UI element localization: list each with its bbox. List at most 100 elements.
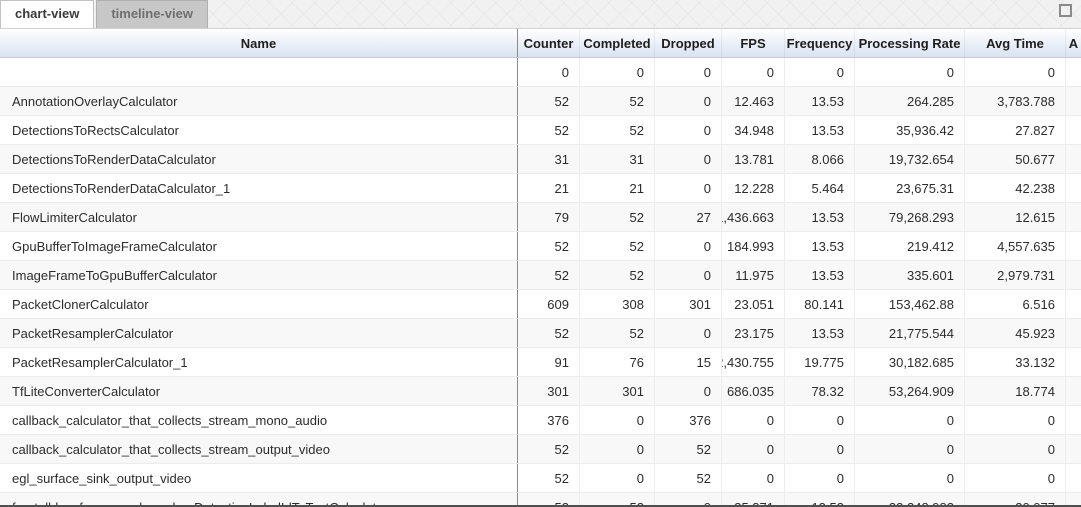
row-value-cell: 21	[580, 174, 655, 202]
table-row[interactable]: callback_calculator_that_collects_stream…	[0, 406, 1081, 435]
row-value-cell: 31	[580, 145, 655, 173]
row-value-cell: 52	[518, 261, 580, 289]
column-header-processing-rate[interactable]: Processing Rate	[855, 29, 965, 57]
row-value-cell: 15	[655, 348, 722, 376]
row-value-cell: 12.228	[722, 174, 785, 202]
row-value-cell	[1066, 116, 1081, 144]
table-row[interactable]: egl_surface_sink_output_video520520000	[0, 464, 1081, 493]
table-row[interactable]: PacketClonerCalculator60930830123.05180.…	[0, 290, 1081, 319]
table-row[interactable]: DetectionsToRectsCalculator5252034.94813…	[0, 116, 1081, 145]
row-name-cell: callback_calculator_that_collects_stream…	[0, 435, 518, 463]
row-value-cell	[1066, 58, 1081, 86]
row-value-cell: 78.32	[785, 377, 855, 405]
row-value-cell: 5.464	[785, 174, 855, 202]
row-value-cell: 0	[722, 58, 785, 86]
row-value-cell: 219.412	[855, 232, 965, 260]
row-value-cell: 2,979.731	[965, 261, 1066, 289]
row-name-cell: DetectionsToRectsCalculator	[0, 116, 518, 144]
row-value-cell: 0	[855, 58, 965, 86]
row-value-cell: 4,557.635	[965, 232, 1066, 260]
row-value-cell: 0	[965, 406, 1066, 434]
row-value-cell	[1066, 232, 1081, 260]
row-value-cell: 19,732.654	[855, 145, 965, 173]
row-value-cell: 153,462.88	[855, 290, 965, 318]
row-value-cell: 6.516	[965, 290, 1066, 318]
tab-chart-view[interactable]: chart-view	[0, 0, 94, 28]
row-value-cell: 52	[655, 464, 722, 492]
row-value-cell: 301	[518, 377, 580, 405]
row-value-cell: 12.615	[965, 203, 1066, 231]
row-name-cell: GpuBufferToImageFrameCalculator	[0, 232, 518, 260]
row-value-cell: 52	[580, 319, 655, 347]
row-value-cell: 35,936.42	[855, 116, 965, 144]
row-value-cell: 2,430.755	[722, 348, 785, 376]
tab-timeline-view[interactable]: timeline-view	[96, 0, 208, 28]
table-header-row: NameCounterCompletedDroppedFPSFrequencyP…	[0, 28, 1081, 58]
column-header-completed[interactable]: Completed	[580, 29, 655, 57]
row-name-cell: DetectionsToRenderDataCalculator_1	[0, 174, 518, 202]
row-value-cell: 52	[518, 232, 580, 260]
row-value-cell: 3,783.788	[965, 87, 1066, 115]
row-name-cell: PacketResamplerCalculator_1	[0, 348, 518, 376]
row-value-cell: 79,268.293	[855, 203, 965, 231]
row-value-cell	[1066, 464, 1081, 492]
row-value-cell: 27.827	[965, 116, 1066, 144]
row-value-cell: 91	[518, 348, 580, 376]
row-value-cell: 79	[518, 203, 580, 231]
row-value-cell: 33.132	[965, 348, 1066, 376]
row-value-cell: 0	[855, 435, 965, 463]
row-value-cell: 52	[580, 116, 655, 144]
row-value-cell: 301	[655, 290, 722, 318]
restore-window-icon[interactable]	[1059, 4, 1072, 17]
row-value-cell: 301	[580, 377, 655, 405]
column-header-avg-time[interactable]: Avg Time	[965, 29, 1066, 57]
row-value-cell: 0	[855, 464, 965, 492]
column-header-a[interactable]: A	[1066, 29, 1081, 57]
table-row[interactable]: PacketResamplerCalculator5252023.17513.5…	[0, 319, 1081, 348]
row-value-cell: 1,436.663	[722, 203, 785, 231]
row-value-cell: 13.53	[785, 261, 855, 289]
column-header-frequency[interactable]: Frequency	[785, 29, 855, 57]
row-value-cell: 13.53	[785, 87, 855, 115]
row-value-cell: 0	[655, 232, 722, 260]
row-value-cell: 0	[655, 58, 722, 86]
table-row[interactable]: TfLiteConverterCalculator3013010686.0357…	[0, 377, 1081, 406]
row-value-cell: 13.781	[722, 145, 785, 173]
row-value-cell: 0	[965, 464, 1066, 492]
row-value-cell: 0	[722, 435, 785, 463]
row-value-cell	[1066, 377, 1081, 405]
row-value-cell: 80.141	[785, 290, 855, 318]
row-value-cell	[1066, 203, 1081, 231]
table-row[interactable]: DetectionsToRenderDataCalculator3131013.…	[0, 145, 1081, 174]
row-name-cell: TfLiteConverterCalculator	[0, 377, 518, 405]
table-row[interactable]: AnnotationOverlayCalculator5252012.46313…	[0, 87, 1081, 116]
row-value-cell: 0	[722, 406, 785, 434]
table-row[interactable]: FlowLimiterCalculator7952271,436.66313.5…	[0, 203, 1081, 232]
tab-timeline-view-label: timeline-view	[111, 6, 193, 21]
table-row[interactable]: PacketResamplerCalculator_19176152,430.7…	[0, 348, 1081, 377]
row-value-cell: 0	[580, 464, 655, 492]
column-header-dropped[interactable]: Dropped	[655, 29, 722, 57]
table-row[interactable]: GpuBufferToImageFrameCalculator52520184.…	[0, 232, 1081, 261]
table-row[interactable]: ImageFrameToGpuBufferCalculator5252011.9…	[0, 261, 1081, 290]
column-header-counter[interactable]: Counter	[518, 29, 580, 57]
row-name-cell: PacketResamplerCalculator	[0, 319, 518, 347]
table-body: 0000000AnnotationOverlayCalculator525201…	[0, 58, 1081, 507]
row-value-cell: 45.923	[965, 319, 1066, 347]
row-value-cell	[1066, 87, 1081, 115]
row-value-cell: 52	[518, 116, 580, 144]
tab-chart-view-label: chart-view	[15, 6, 79, 21]
row-value-cell: 184.993	[722, 232, 785, 260]
column-header-fps[interactable]: FPS	[722, 29, 785, 57]
row-name-cell: DetectionsToRenderDataCalculator	[0, 145, 518, 173]
column-header-name[interactable]: Name	[0, 29, 518, 57]
row-value-cell: 0	[580, 58, 655, 86]
table-row[interactable]: callback_calculator_that_collects_stream…	[0, 435, 1081, 464]
table-row[interactable]: 0000000	[0, 58, 1081, 87]
row-value-cell: 11.975	[722, 261, 785, 289]
table-row[interactable]: DetectionsToRenderDataCalculator_1212101…	[0, 174, 1081, 203]
row-value-cell: 0	[965, 435, 1066, 463]
row-value-cell: 686.035	[722, 377, 785, 405]
row-value-cell	[1066, 290, 1081, 318]
row-value-cell: 42.238	[965, 174, 1066, 202]
